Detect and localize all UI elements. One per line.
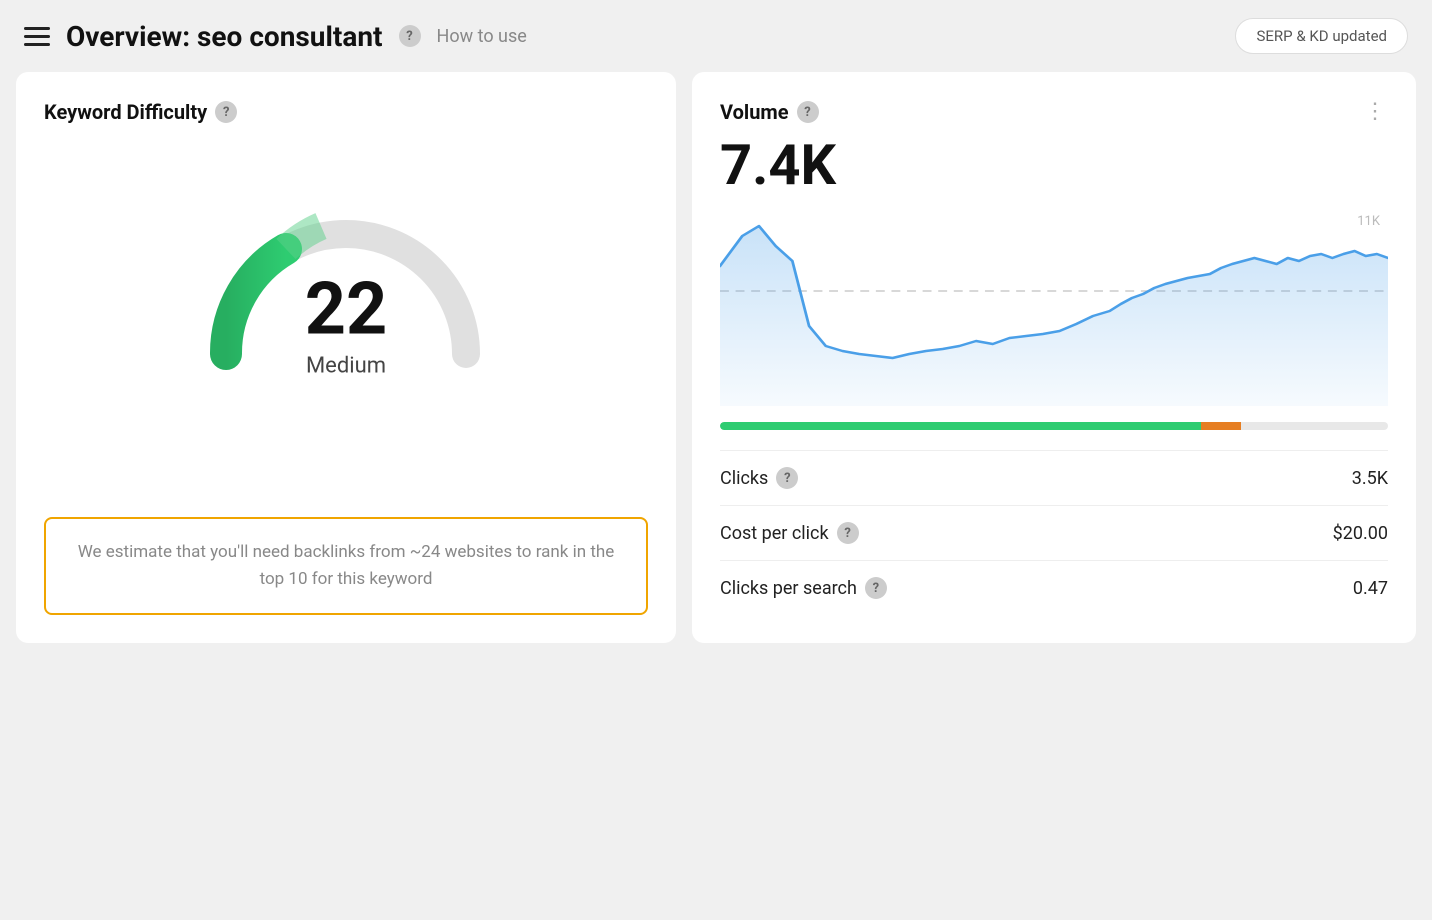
volume-card-title: Volume	[720, 100, 789, 124]
metric-cps-label: Clicks per search ?	[720, 577, 887, 599]
clicks-help-icon[interactable]: ?	[776, 467, 798, 489]
volume-header: Volume ? ⋮	[720, 100, 1388, 124]
cps-help-icon[interactable]: ?	[865, 577, 887, 599]
chart-container: 11K	[720, 206, 1388, 410]
serp-badge: SERP & KD updated	[1235, 18, 1408, 54]
estimate-box: We estimate that you'll need backlinks f…	[44, 517, 648, 615]
header-help-icon[interactable]: ?	[399, 25, 421, 47]
estimate-text: We estimate that you'll need backlinks f…	[70, 539, 622, 593]
metric-cpc-label: Cost per click ?	[720, 522, 859, 544]
metric-cps: Clicks per search ? 0.47	[720, 560, 1388, 615]
metric-clicks-label: Clicks ?	[720, 467, 798, 489]
progress-green	[720, 422, 1201, 430]
how-to-use-link[interactable]: How to use	[437, 26, 527, 47]
progress-orange	[1201, 422, 1241, 430]
main-content: Keyword Difficulty ?	[0, 72, 1432, 659]
metric-clicks-value: 3.5K	[1352, 468, 1388, 489]
cpc-help-icon[interactable]: ?	[837, 522, 859, 544]
volume-value: 7.4K	[720, 132, 1388, 198]
volume-help-icon[interactable]: ?	[797, 101, 819, 123]
page-title: Overview: seo consultant	[66, 20, 383, 53]
metric-cpc: Cost per click ? $20.00	[720, 505, 1388, 560]
metric-cpc-value: $20.00	[1333, 523, 1388, 544]
kd-help-icon[interactable]: ?	[215, 101, 237, 123]
keyword-difficulty-card: Keyword Difficulty ?	[16, 72, 676, 643]
gauge-center: 22 Medium	[305, 274, 388, 379]
volume-chart	[720, 206, 1388, 406]
volume-more-button[interactable]: ⋮	[1364, 101, 1388, 123]
volume-card: Volume ? ⋮ 7.4K 11K	[692, 72, 1416, 643]
metric-clicks: Clicks ? 3.5K	[720, 450, 1388, 505]
kd-label: Medium	[305, 354, 388, 379]
header: Overview: seo consultant ? How to use SE…	[0, 0, 1432, 72]
kd-score: 22	[305, 274, 388, 346]
gauge-container: 22 Medium	[44, 154, 648, 414]
kd-card-title: Keyword Difficulty	[44, 100, 207, 124]
metric-cps-value: 0.47	[1353, 578, 1388, 599]
kd-card-header: Keyword Difficulty ?	[44, 100, 648, 124]
hamburger-menu[interactable]	[24, 27, 50, 46]
metrics-list: Clicks ? 3.5K Cost per click ? $20.00 Cl…	[720, 450, 1388, 615]
chart-y-label: 11K	[1357, 214, 1380, 229]
volume-progress-bar	[720, 422, 1388, 430]
